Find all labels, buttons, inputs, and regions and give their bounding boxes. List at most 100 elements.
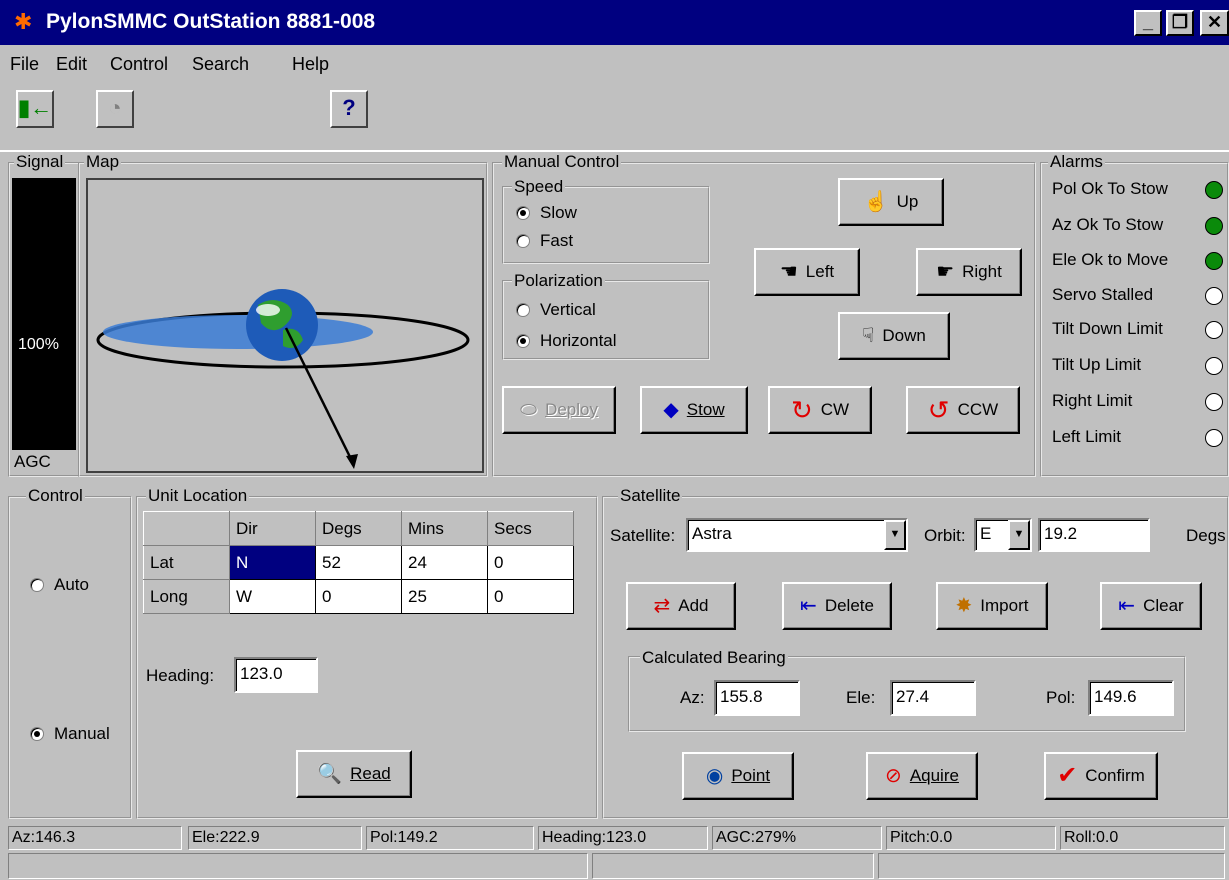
bearing-arrowhead [346, 454, 358, 469]
alarm-az-ok-to-stow: Az Ok To Stow [1052, 210, 1227, 240]
radio-dot [30, 727, 44, 741]
status-panel [878, 853, 1225, 879]
acquire-icon: ⊘ [885, 765, 902, 787]
signal-meter [12, 178, 76, 450]
signal-legend: Signal [14, 152, 66, 172]
control-manual-radio[interactable]: Manual [30, 724, 110, 744]
alarm-ele-ok-to-move: Ele Ok to Move [1052, 245, 1227, 275]
import-button[interactable]: ✸ Import [936, 582, 1048, 630]
grid-cell[interactable]: 0 [315, 579, 402, 614]
row-label: Long [143, 579, 230, 614]
control-frame [8, 496, 132, 819]
grid-cell[interactable]: N [229, 545, 316, 580]
deploy-icon: ⬭ [519, 399, 538, 421]
speed-fast-radio[interactable]: Fast [516, 231, 573, 251]
menu-file[interactable]: File [10, 53, 39, 75]
control-auto-radio[interactable]: Auto [30, 575, 89, 595]
grid-cell[interactable]: 24 [401, 545, 488, 580]
menu-control[interactable]: Control [110, 53, 168, 75]
status-led [1205, 321, 1223, 339]
status-panel [8, 853, 588, 879]
right-button[interactable]: ☛ Right [916, 248, 1022, 296]
manual-control-legend: Manual Control [502, 152, 622, 172]
grid-header: Mins [401, 511, 488, 546]
radio-dot [516, 334, 530, 348]
satellite-legend: Satellite [618, 486, 683, 506]
radio-dot [516, 303, 530, 317]
polarization-vertical-radio[interactable]: Vertical [516, 300, 596, 320]
down-button[interactable]: ☟ Down [838, 312, 950, 360]
grid-cell[interactable]: 0 [487, 545, 574, 580]
delete-button[interactable]: ⇤ Delete [782, 582, 892, 630]
control-legend: Control [26, 486, 85, 506]
grid-header: Secs [487, 511, 574, 546]
grid-cell[interactable]: 25 [401, 579, 488, 614]
toolbar: ▮← ◔ ? [0, 84, 1229, 152]
maximize-button[interactable]: ❐ [1166, 10, 1194, 36]
polarization-horizontal-radio[interactable]: Horizontal [516, 331, 617, 351]
stow-icon: ◆ [663, 399, 679, 421]
grid-cell[interactable]: 0 [487, 579, 574, 614]
confirm-button[interactable]: ✔ Confirm [1044, 752, 1158, 800]
help-question-icon[interactable]: ? [330, 90, 368, 128]
radio-dot [516, 206, 530, 220]
add-icon: ⇄ [653, 595, 671, 617]
menu-search[interactable]: Search [192, 53, 249, 75]
map-canvas [96, 289, 470, 469]
cw-button[interactable]: ↻ CW [768, 386, 872, 434]
heading-input[interactable]: 123.0 [234, 657, 318, 693]
up-button[interactable]: ☝ Up [838, 178, 944, 226]
add-button[interactable]: ⇄ Add [626, 582, 736, 630]
orbit-degs-input[interactable]: 19.2 [1038, 518, 1150, 552]
minimize-button[interactable]: _ [1134, 10, 1162, 36]
aquire-button[interactable]: ⊘ Aquire [866, 752, 978, 800]
speed-slow-radio[interactable]: Slow [516, 203, 577, 223]
stow-button[interactable]: ◆ Stow [640, 386, 748, 434]
alarm-servo-stalled: Servo Stalled [1052, 280, 1227, 310]
grid-cell[interactable]: W [229, 579, 316, 614]
speed-frame [502, 186, 710, 264]
chevron-down-icon[interactable]: ▼ [1008, 520, 1030, 550]
status-pitch: Pitch:0.0 [886, 826, 1056, 850]
degs-label: Degs [1186, 526, 1226, 545]
orbit-select[interactable]: E ▼ [974, 518, 1032, 552]
chevron-down-icon[interactable]: ▼ [884, 520, 906, 550]
status-az: Az:146.3 [8, 826, 182, 850]
rotate-clockwise-icon: ↻ [790, 395, 813, 425]
grid-header [143, 511, 230, 546]
window-title: PylonSMMC OutStation 8881-008 [46, 10, 376, 33]
menu-help[interactable]: Help [292, 53, 329, 75]
title-bar: ✱ PylonSMMC OutStation 8881-008 _ ❐ ✕ [0, 0, 1229, 45]
ele-input[interactable]: 27.4 [890, 680, 976, 716]
clear-button[interactable]: ⇤ Clear [1100, 582, 1202, 630]
menu-edit[interactable]: Edit [56, 53, 87, 75]
radio-dot [516, 234, 530, 248]
checkmark-icon: ✔ [1057, 762, 1078, 789]
map-view[interactable] [86, 178, 484, 473]
exit-door-icon[interactable]: ▮← [16, 90, 54, 128]
read-button[interactable]: 🔍 Read [296, 750, 412, 798]
orbit-band [103, 315, 373, 349]
satellite-select[interactable]: Astra ▼ [686, 518, 908, 552]
hand-down-icon: ☟ [862, 325, 875, 347]
alarm-tilt-up-limit: Tilt Up Limit [1052, 350, 1227, 380]
left-button[interactable]: ☚ Left [754, 248, 860, 296]
az-input[interactable]: 155.8 [714, 680, 800, 716]
close-button[interactable]: ✕ [1200, 10, 1229, 36]
alarm-right-limit: Right Limit [1052, 386, 1227, 416]
point-button[interactable]: ◉ Point [682, 752, 794, 800]
satellite-label: Satellite: [610, 526, 676, 545]
pol-input[interactable]: 149.6 [1088, 680, 1174, 716]
grid-cell[interactable]: 52 [315, 545, 402, 580]
agc-label: AGC [14, 452, 51, 471]
alarm-left-limit: Left Limit [1052, 422, 1227, 452]
hand-left-icon: ☚ [779, 261, 798, 283]
deploy-button[interactable]: ⬭ Deploy [502, 386, 616, 434]
unit-location-legend: Unit Location [146, 486, 250, 506]
grid-header-row: Dir Degs Mins Secs [143, 511, 574, 546]
ccw-button[interactable]: ↺ CCW [906, 386, 1020, 434]
az-label: Az: [680, 688, 705, 707]
bearing-legend: Calculated Bearing [640, 648, 788, 668]
dial-icon[interactable]: ◔ [96, 90, 134, 128]
status-ele: Ele:222.9 [188, 826, 362, 850]
